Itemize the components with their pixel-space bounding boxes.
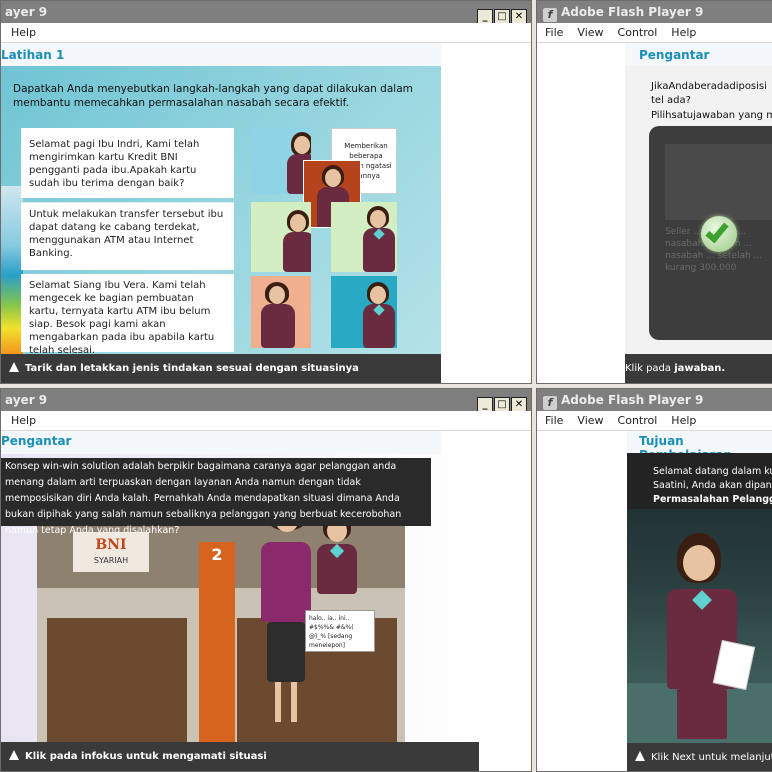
menu-control[interactable]: Control bbox=[618, 414, 658, 427]
bank-scene[interactable]: BNI SYARIAH 2 halo.. ia.. ini.. #$%%& #&… bbox=[37, 488, 405, 771]
window-title: ayer 9 bbox=[5, 5, 48, 19]
instruction-bar-text: Tarik dan letakkan jenis tindakan sesuai… bbox=[25, 363, 359, 374]
menu-help[interactable]: Help bbox=[11, 414, 36, 427]
warning-icon bbox=[9, 362, 19, 372]
title-bar[interactable]: f Adobe Flash Player 9 bbox=[537, 389, 772, 411]
situation-image bbox=[251, 128, 311, 194]
answer-panel[interactable]: Seller ... bahwa ... nasabah ... telah .… bbox=[649, 126, 772, 340]
close-button[interactable]: ✕ bbox=[511, 397, 527, 412]
prompt-text: Pilihsatujawaban yang me bbox=[651, 110, 772, 121]
situation-image bbox=[331, 202, 397, 272]
menu-file[interactable]: File bbox=[545, 414, 563, 427]
window-title: Adobe Flash Player 9 bbox=[561, 393, 704, 407]
welcome-line-1: Selamat datang dalam kur bbox=[653, 466, 772, 477]
instruction-bar-text: Klik pada infokus untuk mengamati situas… bbox=[25, 751, 267, 762]
window-title: Adobe Flash Player 9 bbox=[561, 5, 704, 19]
page-title: Pengantar bbox=[639, 48, 710, 62]
flash-icon: f bbox=[543, 396, 557, 410]
welcome-line-3: Permasalahan Pelanggan bbox=[653, 494, 772, 505]
instruction-bar-bold: jawaban. bbox=[674, 363, 726, 374]
menu-bar: File View Control Help bbox=[537, 411, 772, 431]
flash-window-tujuan: f Adobe Flash Player 9 File View Control Hel… bbox=[536, 388, 772, 772]
flash-content: Latihan 1 Dapatkah Anda menyebutkan lang… bbox=[1, 43, 531, 383]
bank-logo-subtext: SYARIAH bbox=[93, 556, 129, 565]
instruction-bar: Klik pada infokus untuk mengamati situas… bbox=[1, 742, 479, 771]
flash-content: Pengantar BNI SYARIAH 2 halo.. ia.. ini.… bbox=[1, 431, 531, 771]
counter-number-sign: 2 bbox=[199, 542, 235, 771]
maximize-button[interactable]: □ bbox=[494, 9, 510, 24]
menu-bar: Help bbox=[1, 23, 531, 43]
close-button[interactable]: ✕ bbox=[511, 9, 527, 24]
action-card[interactable]: Selamat Siang Ibu Vera. Kami telah menge… bbox=[21, 274, 234, 356]
situation-image bbox=[251, 202, 311, 272]
welcome-stage: Selamat datang dalam kur Saatini, Anda a… bbox=[627, 453, 772, 771]
flash-window-pengantar-bank: ayer 9 _ □ ✕ Help Pengantar BNI SYARIAH 2 bbox=[0, 388, 532, 772]
menu-view[interactable]: View bbox=[577, 414, 603, 427]
flash-window-pengantar-quiz: f Adobe Flash Player 9 File View Control Hel… bbox=[536, 0, 772, 384]
action-card[interactable]: Untuk melakukan transfer tersebut ibu da… bbox=[21, 202, 234, 270]
instruction-bar: Tarik dan letakkan jenis tindakan sesuai… bbox=[1, 354, 441, 383]
question-text: JikaAndaberadadiposisi tel ada? bbox=[651, 81, 767, 106]
title-bar[interactable]: ayer 9 _ □ ✕ bbox=[1, 1, 531, 24]
warning-icon bbox=[9, 750, 19, 760]
instruction-bar-prefix: Klik pada bbox=[625, 363, 675, 374]
menu-bar: Help bbox=[1, 411, 531, 431]
exercise-stage: Dapatkah Anda menyebutkan langkah-langka… bbox=[1, 66, 441, 383]
title-bar[interactable]: f Adobe Flash Player 9 bbox=[537, 1, 772, 23]
situation-image bbox=[251, 276, 311, 348]
intro-text: Konsep win-win solution adalah berpikir … bbox=[1, 458, 431, 536]
menu-help[interactable]: Help bbox=[11, 26, 36, 39]
teller-character bbox=[317, 514, 357, 594]
page-title: Latihan 1 bbox=[1, 48, 65, 62]
document-icon bbox=[712, 639, 756, 691]
menu-help[interactable]: Help bbox=[671, 26, 696, 39]
menu-bar: File View Control Help bbox=[537, 23, 772, 43]
checkmark-icon bbox=[701, 216, 737, 252]
welcome-line-2: Saatini, Anda akan dipand bbox=[653, 480, 772, 491]
menu-file[interactable]: File bbox=[545, 26, 563, 39]
instruction-bar-text: Klik Next untuk melanjutk bbox=[651, 752, 772, 763]
action-card[interactable]: Selamat pagi Ibu Indri, Kami telah mengi… bbox=[21, 128, 234, 198]
instruction-bar: Klik Next untuk melanjutk bbox=[627, 743, 772, 771]
quiz-stage: JikaAndaberadadiposisi tel ada? Pilihsat… bbox=[625, 66, 772, 383]
instruction-bar: Klik pada jawaban. bbox=[625, 354, 772, 383]
bank-scene-stage: BNI SYARIAH 2 halo.. ia.. ini.. #$%%& #&… bbox=[1, 454, 479, 771]
welcome-text: Selamat datang dalam kur Saatini, Anda a… bbox=[627, 453, 772, 509]
guide-character bbox=[667, 533, 757, 753]
minimize-button[interactable]: _ bbox=[477, 397, 493, 412]
flash-window-latihan: ayer 9 _ □ ✕ Help Latihan 1 Dapatkah Anda … bbox=[0, 0, 532, 384]
menu-control[interactable]: Control bbox=[618, 26, 658, 39]
counter-number: 2 bbox=[211, 545, 223, 564]
flash-content: Pengantar JikaAndaberadadiposisi tel ada… bbox=[537, 43, 772, 383]
window-title: ayer 9 bbox=[5, 393, 48, 407]
maximize-button[interactable]: □ bbox=[494, 397, 510, 412]
menu-help[interactable]: Help bbox=[671, 414, 696, 427]
warning-icon bbox=[635, 751, 645, 761]
instruction-text: Dapatkah Anda menyebutkan langkah-langka… bbox=[13, 83, 413, 109]
speech-bubble: halo.. ia.. ini.. #$%%& #&%( @)_% [sedan… bbox=[305, 610, 375, 652]
menu-view[interactable]: View bbox=[577, 26, 603, 39]
situation-image bbox=[331, 276, 397, 348]
page-title: Pengantar bbox=[1, 434, 72, 448]
flash-content: Tujuan Pembelajaran Selamat datang dalam… bbox=[537, 431, 772, 771]
minimize-button[interactable]: _ bbox=[477, 9, 493, 24]
flash-icon: f bbox=[543, 8, 557, 22]
title-bar[interactable]: ayer 9 _ □ ✕ bbox=[1, 389, 531, 412]
